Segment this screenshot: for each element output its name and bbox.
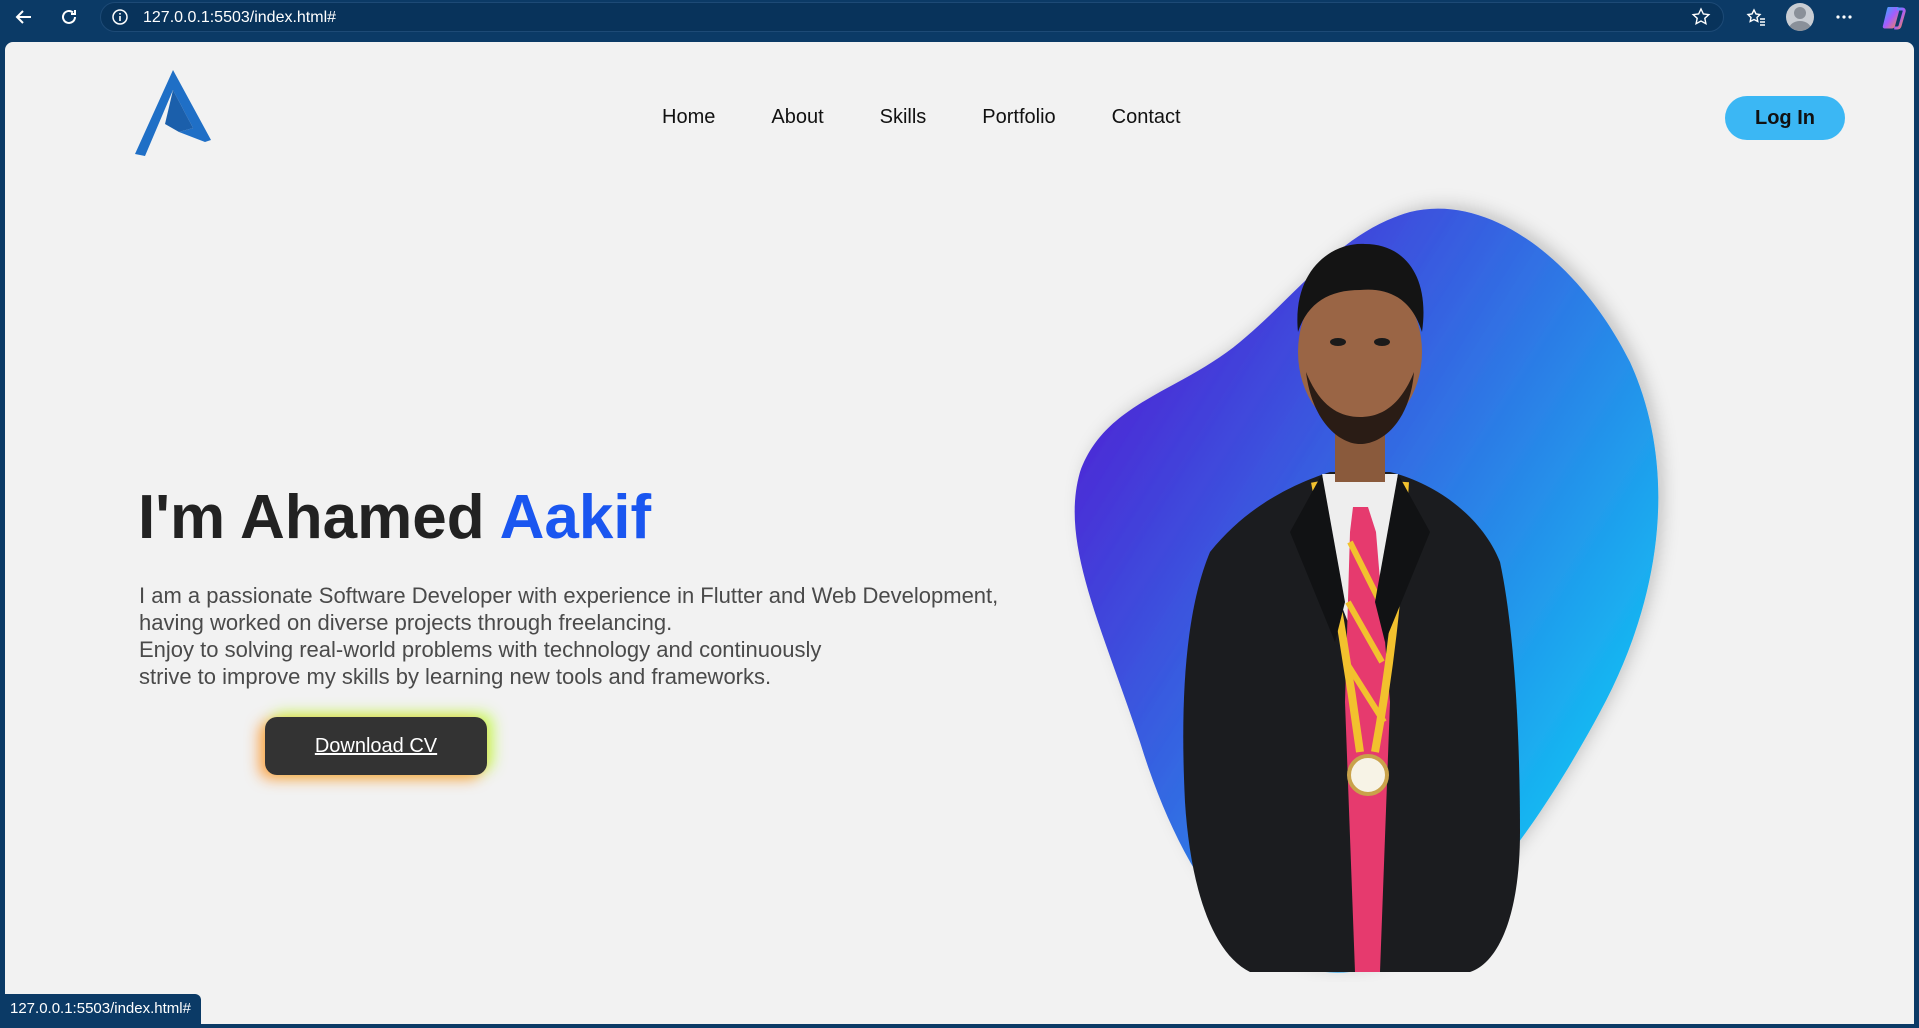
hero-title-accent: Aakif bbox=[499, 483, 652, 552]
page-viewport: Home About Skills Portfolio Contact Log … bbox=[5, 42, 1914, 1024]
browser-toolbar: 127.0.0.1:5503/index.html# bbox=[0, 0, 1919, 34]
hero-illustration bbox=[1074, 208, 1659, 973]
description-line: strive to improve my skills by learning … bbox=[139, 664, 772, 689]
nav-contact[interactable]: Contact bbox=[1112, 106, 1181, 129]
copilot-icon[interactable] bbox=[1881, 4, 1907, 30]
nav-about[interactable]: About bbox=[771, 106, 823, 129]
more-options-icon[interactable] bbox=[1830, 4, 1858, 30]
site-logo[interactable] bbox=[135, 70, 211, 156]
main-nav: Home About Skills Portfolio Contact bbox=[662, 106, 1181, 129]
nav-portfolio[interactable]: Portfolio bbox=[982, 106, 1055, 129]
download-cv-button[interactable]: Download CV bbox=[265, 717, 487, 775]
hero-title-prefix: I'm Ahamed bbox=[138, 483, 500, 552]
refresh-icon[interactable] bbox=[55, 4, 83, 30]
favorites-icon[interactable] bbox=[1742, 4, 1770, 30]
profile-avatar-icon[interactable] bbox=[1786, 3, 1814, 31]
description-line: I am a passionate Software Developer wit… bbox=[139, 583, 999, 608]
hero-description: I am a passionate Software Developer wit… bbox=[139, 582, 1039, 690]
favorite-star-icon[interactable] bbox=[1691, 7, 1711, 27]
status-bar-url: 127.0.0.1:5503/index.html# bbox=[0, 994, 201, 1024]
nav-skills[interactable]: Skills bbox=[880, 106, 927, 129]
login-button[interactable]: Log In bbox=[1725, 96, 1845, 140]
address-bar[interactable]: 127.0.0.1:5503/index.html# bbox=[100, 2, 1724, 32]
back-icon[interactable] bbox=[10, 4, 38, 30]
description-line: having worked on diverse projects throug… bbox=[139, 610, 673, 635]
hero-title: I'm Ahamed Aakif bbox=[138, 482, 651, 553]
description-line: Enjoy to solving real-world problems wit… bbox=[139, 637, 822, 662]
url-text: 127.0.0.1:5503/index.html# bbox=[143, 9, 337, 26]
nav-home[interactable]: Home bbox=[662, 106, 715, 129]
info-icon[interactable] bbox=[111, 8, 129, 26]
